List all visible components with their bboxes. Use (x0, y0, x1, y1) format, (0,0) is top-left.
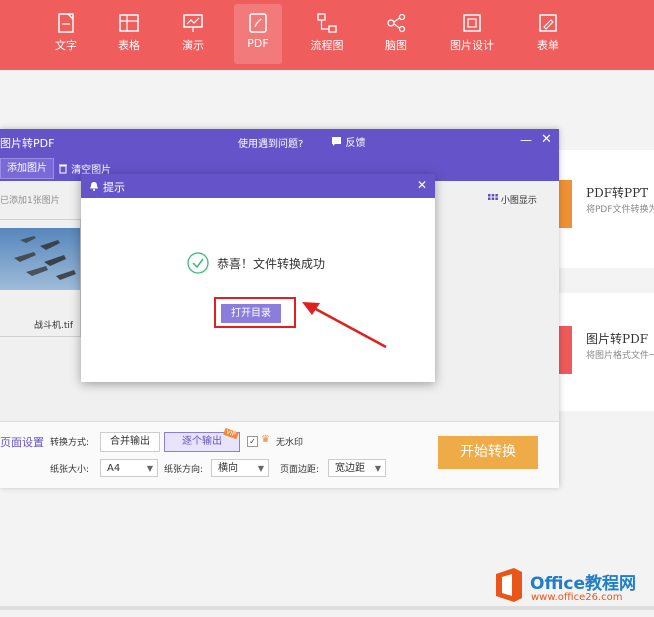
help-link[interactable]: 使用遇到问题? (238, 135, 303, 150)
watermark-url: www.office26.com (531, 592, 623, 603)
nav-item-flowchart[interactable]: 流程图 (303, 4, 351, 64)
convert-mode-label: 转换方式: (50, 438, 90, 448)
table-icon (119, 14, 139, 32)
dialog-header: 提示 ✕ (81, 174, 435, 198)
card-title: 图片转PDF (586, 332, 649, 346)
nav-label: 表格 (118, 39, 140, 52)
window-title: 图片转PDF (0, 137, 55, 150)
image-design-icon (463, 14, 481, 32)
paper-size-label: 纸张大小: (50, 465, 90, 475)
nav-label: 表单 (537, 39, 559, 52)
top-nav-bar: 文字 表格 演示 PDF 流程图 脑图 图片设计 表单 (0, 0, 654, 70)
nav-item-sheet[interactable]: 表格 (105, 4, 153, 64)
card-accent (558, 180, 572, 228)
nav-label: PDF (247, 37, 269, 50)
nav-label: 流程图 (310, 39, 344, 52)
card-desc: 将图片格式文件一 (586, 351, 654, 361)
chat-icon (332, 137, 341, 146)
settings-panel: 页面设置 转换方式: 合并输出 逐个输出 VIP ✓ ♛ 无水印 纸张大小: A… (0, 421, 559, 488)
minimize-icon[interactable]: — (520, 133, 532, 147)
watermark-title: Office教程网 (530, 574, 637, 594)
each-output-label: 逐个输出 (182, 436, 222, 447)
chevron-down-icon: ▼ (146, 464, 153, 473)
chevron-down-icon: ▼ (374, 464, 381, 473)
success-check-icon (187, 252, 209, 274)
orientation-label: 纸张方向: (164, 465, 204, 475)
nav-item-image-design[interactable]: 图片设计 (448, 4, 496, 64)
settings-title: 页面设置 (0, 436, 44, 449)
paper-size-value: A4 (107, 463, 121, 474)
no-watermark-checkbox[interactable]: ✓ (247, 436, 258, 447)
feedback-label: 反馈 (345, 138, 366, 149)
success-message: 恭喜！文件转换成功 (217, 257, 326, 271)
dialog-close-icon[interactable]: ✕ (417, 178, 427, 192)
card-pdf-to-ppt[interactable]: PDF转PPT 将PDF文件转换为 (558, 180, 654, 236)
open-directory-button[interactable]: 打开目录 (221, 304, 281, 323)
nav-label: 脑图 (385, 39, 407, 52)
card-accent (558, 326, 572, 374)
nav-label: 演示 (182, 39, 204, 52)
start-convert-button[interactable]: 开始转换 (438, 436, 538, 469)
office-logo-icon (496, 568, 522, 602)
pdf-icon (249, 13, 267, 33)
no-watermark-label: 无水印 (276, 438, 304, 448)
horizontal-scrollbar[interactable] (0, 606, 654, 610)
margin-select[interactable]: 宽边距 ▼ (328, 459, 386, 477)
merge-output-option[interactable]: 合并输出 (100, 432, 160, 452)
window-titlebar: 图片转PDF 使用遇到问题? 反馈 — ✕ (0, 129, 559, 155)
form-icon (539, 14, 557, 32)
document-icon (58, 13, 74, 33)
chevron-down-icon: ▼ (257, 464, 264, 473)
margin-label: 页面边距: (280, 465, 320, 475)
annotation-arrow (302, 302, 387, 349)
card-image-to-pdf[interactable]: 图片转PDF 将图片格式文件一 (558, 326, 654, 382)
flowchart-icon (317, 13, 337, 33)
card-desc: 将PDF文件转换为 (586, 205, 654, 215)
nav-label: 图片设计 (450, 39, 494, 52)
mindmap-icon (387, 13, 406, 33)
nav-item-pdf[interactable]: PDF (234, 4, 282, 64)
vip-crown-icon: ♛ (261, 434, 270, 445)
orientation-value: 横向 (218, 463, 238, 474)
watermark-logo: Office教程网 www.office26.com (492, 566, 636, 607)
dialog-title: 提示 (103, 181, 125, 194)
nav-item-slides[interactable]: 演示 (169, 4, 217, 64)
paper-size-select[interactable]: A4 ▼ (100, 459, 158, 477)
feedback-button[interactable]: 反馈 (331, 134, 366, 149)
presentation-icon (183, 14, 203, 32)
nav-item-text[interactable]: 文字 (42, 4, 90, 64)
nav-item-form[interactable]: 表单 (524, 4, 572, 64)
nav-label: 文字 (55, 39, 77, 52)
nav-item-mindmap[interactable]: 脑图 (372, 4, 420, 64)
bell-icon (90, 182, 98, 191)
margin-value: 宽边距 (335, 463, 365, 474)
trash-icon (59, 164, 67, 174)
card-title: PDF转PPT (586, 186, 649, 200)
orientation-select[interactable]: 横向 ▼ (211, 459, 269, 477)
close-icon[interactable]: ✕ (541, 132, 552, 147)
add-image-button[interactable]: 添加图片 (0, 158, 54, 179)
